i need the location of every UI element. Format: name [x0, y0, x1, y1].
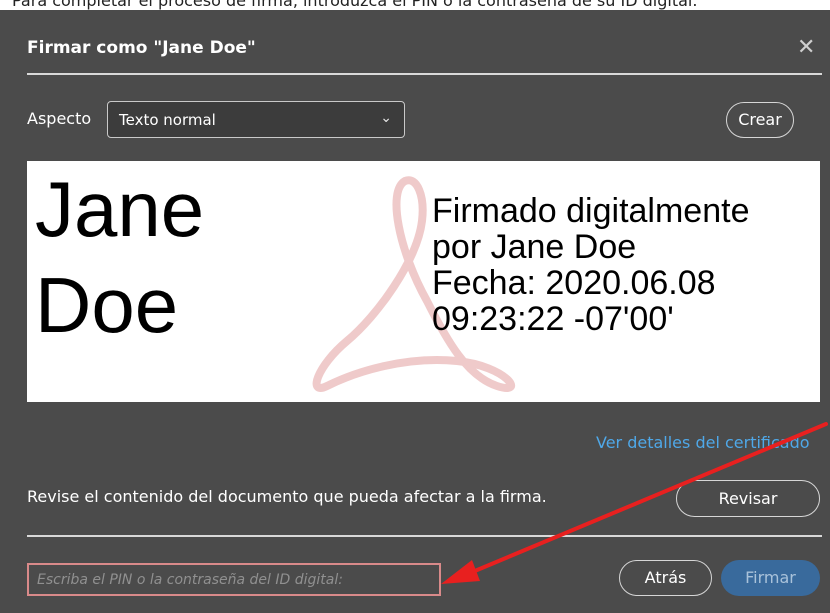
signature-detail-line: 09:23:22 -07'00'	[432, 300, 674, 338]
review-warning-text: Revise el contenido del documento que pu…	[27, 487, 547, 506]
aspect-dropdown-value: Texto normal	[119, 111, 216, 129]
title-divider	[27, 73, 822, 75]
aspect-dropdown[interactable]: Texto normal ⌄	[107, 101, 405, 138]
back-button[interactable]: Atrás	[619, 560, 712, 596]
footer-divider	[27, 535, 822, 537]
dialog-title: Firmar como "Jane Doe"	[27, 38, 256, 58]
signature-detail-line: Firmado digitalmente	[432, 192, 750, 230]
create-button[interactable]: Crear	[726, 102, 794, 138]
signature-preview: Jane Doe Firmado digitalmente por Jane D…	[27, 161, 820, 402]
view-certificate-link[interactable]: Ver detalles del certificado	[596, 433, 810, 452]
review-button[interactable]: Revisar	[676, 480, 820, 517]
signature-detail-line: por Jane Doe	[432, 228, 637, 266]
chevron-down-icon: ⌄	[380, 110, 392, 126]
pin-password-input[interactable]	[27, 563, 441, 596]
page-background-text-strip: Para completar el proceso de firma, intr…	[0, 0, 830, 10]
signature-detail-line: Fecha: 2020.06.08	[432, 264, 716, 302]
signature-name-line: Doe	[35, 261, 179, 349]
page-instruction-text: Para completar el proceso de firma, intr…	[12, 0, 698, 10]
signature-details: Firmado digitalmente por Jane Doe Fecha:…	[432, 193, 749, 337]
sign-dialog: Firmar como "Jane Doe" ✕ Aspecto Texto n…	[0, 10, 830, 613]
signature-name-line: Jane	[35, 165, 205, 253]
signature-name: Jane Doe	[35, 161, 204, 353]
sign-button[interactable]: Firmar	[721, 560, 820, 596]
close-icon[interactable]: ✕	[797, 35, 815, 60]
aspect-label: Aspecto	[27, 109, 92, 128]
